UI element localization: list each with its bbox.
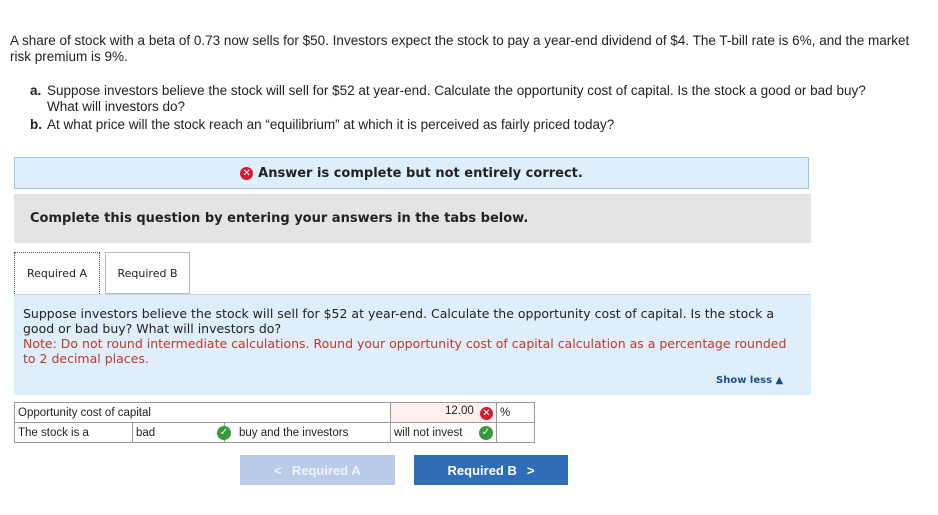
question-intro: A share of stock with a beta of 0.73 now… xyxy=(10,33,910,64)
part-letter: b. xyxy=(30,117,42,132)
middle-text: buy and the investors xyxy=(239,426,349,439)
table-row: Opportunity cost of capital 12.00 ✕ % xyxy=(14,402,535,423)
panel-note: Note: Do not round intermediate calculat… xyxy=(23,336,787,366)
question-panel: Suppose investors believe the stock will… xyxy=(14,294,811,395)
tab-required-a[interactable]: Required A xyxy=(14,252,100,294)
good-bad-value: bad xyxy=(136,426,156,439)
empty-cell xyxy=(496,422,535,443)
row-label: The stock is a xyxy=(14,422,133,443)
check-circle-icon: ✓ xyxy=(479,425,493,440)
banner-text: Answer is complete but not entirely corr… xyxy=(258,165,583,181)
opportunity-cost-input[interactable]: 12.00 ✕ xyxy=(390,402,497,423)
invest-value: will not invest xyxy=(394,426,463,439)
chevron-right-icon: > xyxy=(526,462,535,478)
good-bad-select[interactable]: bad ✓ xyxy=(132,422,231,443)
opportunity-cost-value: 12.00 xyxy=(445,405,474,417)
part-letter: a. xyxy=(30,83,42,98)
tab-label: Required A xyxy=(27,267,87,280)
row-label: Opportunity cost of capital xyxy=(14,402,391,423)
next-tab-button[interactable]: Required B > xyxy=(414,455,568,485)
tab-label: Required B xyxy=(117,266,178,280)
question-part-a: a. Suppose investors believe the stock w… xyxy=(30,83,900,115)
x-circle-icon: ✕ xyxy=(240,166,254,180)
question-parts: a. Suppose investors believe the stock w… xyxy=(30,83,900,135)
instruction-bar: Complete this question by entering your … xyxy=(14,194,811,243)
prev-tab-button[interactable]: < Required A xyxy=(240,455,395,485)
prev-label: Required A xyxy=(291,462,361,478)
answer-table: Opportunity cost of capital 12.00 ✕ % Th… xyxy=(14,402,535,443)
part-text: At what price will the stock reach an “e… xyxy=(47,117,615,132)
unit-label: % xyxy=(500,406,511,419)
show-less-link[interactable]: Show less ▲ xyxy=(716,375,783,386)
part-text: Suppose investors believe the stock will… xyxy=(47,83,866,114)
x-circle-icon: ✕ xyxy=(480,407,493,420)
unit-cell: % xyxy=(496,402,535,423)
middle-text-cell: buy and the investors xyxy=(224,422,391,443)
check-circle-icon: ✓ xyxy=(217,425,231,440)
question-part-b: b. At what price will the stock reach an… xyxy=(30,117,900,133)
invest-select[interactable]: will not invest ✓ xyxy=(390,422,497,443)
tab-required-b[interactable]: Required B xyxy=(105,252,190,294)
panel-prompt: Suppose investors believe the stock will… xyxy=(23,306,774,336)
chevron-left-icon: < xyxy=(274,462,282,478)
result-banner: ✕ Answer is complete but not entirely co… xyxy=(14,157,809,189)
instruction-text: Complete this question by entering your … xyxy=(30,211,529,226)
next-label: Required B xyxy=(447,462,517,478)
table-row: The stock is a bad ✓ buy and the investo… xyxy=(14,422,535,443)
